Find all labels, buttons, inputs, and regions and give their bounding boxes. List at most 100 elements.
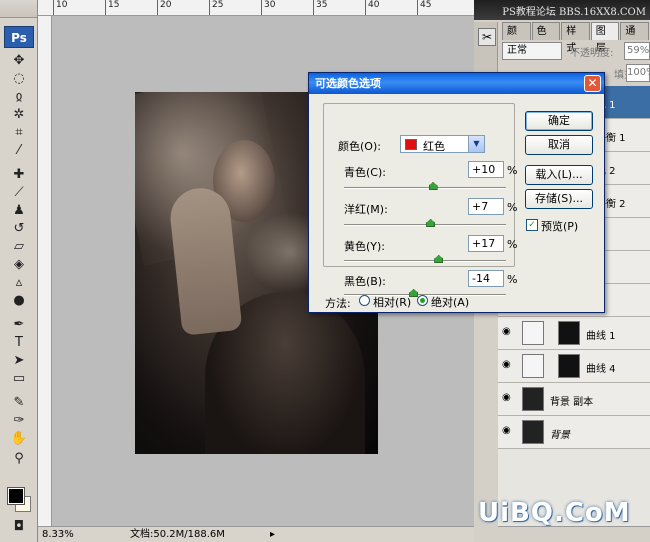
visibility-eye-icon[interactable]: ◉ <box>502 360 516 370</box>
stamp-tool-icon[interactable]: ♟ <box>8 202 30 220</box>
history-brush-tool-icon[interactable]: ↺ <box>8 220 30 238</box>
document-size: 文档:50.2M/188.6M <box>130 529 225 540</box>
eyedropper-tool-icon[interactable]: ⁄ <box>8 142 30 160</box>
move-tool-icon[interactable]: ✥ <box>8 52 30 70</box>
tab-channels[interactable]: 通道 <box>620 22 649 54</box>
preview-label[interactable]: 预览(P) <box>541 218 578 234</box>
blur-tool-icon[interactable]: ▵ <box>8 274 30 292</box>
color-select-value: 红色 <box>423 140 445 153</box>
magenta-slider-track[interactable] <box>344 224 506 226</box>
path-select-tool-icon[interactable]: ➤ <box>8 352 30 370</box>
magenta-label: 洋红(M): <box>344 203 388 216</box>
blend-mode-select[interactable]: 正常 <box>502 42 562 60</box>
selective-color-dialog: 可选颜色选项 ✕ 颜色(O): 红色 ▼ 青色(C): +10 % 洋红(M):… <box>308 72 605 313</box>
quick-mask-icon[interactable]: ◘ <box>8 518 30 536</box>
yellow-label: 黄色(Y): <box>344 240 386 253</box>
layer-name: 背景 副本 <box>550 397 594 408</box>
layer-name: 曲线 1 <box>586 331 616 342</box>
layer-row[interactable]: ◉ 曲线 1 <box>498 317 650 350</box>
layers-bottom-bar <box>498 526 650 542</box>
ruler-tick: 10 <box>52 0 68 15</box>
zoom-level[interactable]: 8.33% <box>42 527 74 542</box>
crop-tool-icon[interactable]: ⌗ <box>8 124 30 142</box>
shape-tool-icon[interactable]: ▭ <box>8 370 30 388</box>
type-tool-icon[interactable]: T <box>8 334 30 352</box>
site-text: PS教程论坛 BBS.16XX8.COM <box>502 7 646 18</box>
ruler-tick: 15 <box>104 0 120 15</box>
brush-tool-icon[interactable]: ⟋ <box>8 184 30 202</box>
tool-presets-icon[interactable]: ✂ <box>478 28 496 46</box>
ok-button[interactable]: 确定 <box>525 111 593 131</box>
tab-swatches[interactable]: 色板 <box>531 22 561 54</box>
layer-row[interactable]: ◉ 背景 <box>498 416 650 449</box>
healing-brush-tool-icon[interactable]: ✚ <box>8 166 30 184</box>
visibility-eye-icon[interactable]: ◉ <box>502 426 516 436</box>
opacity-label: 不透明度: <box>570 48 614 59</box>
magenta-input[interactable]: +7 <box>468 198 504 215</box>
absolute-radio[interactable] <box>417 295 428 306</box>
percent-sign: % <box>507 164 518 177</box>
magenta-slider-thumb[interactable] <box>426 219 436 227</box>
save-button[interactable]: 存储(S)... <box>525 189 593 209</box>
load-button[interactable]: 载入(L)... <box>525 165 593 185</box>
panel-tabs: 颜色 色板 样式 图层 通道 <box>502 22 650 54</box>
dodge-tool-icon[interactable]: ● <box>8 292 30 310</box>
yellow-input[interactable]: +17 <box>468 235 504 252</box>
layer-name: 背景 <box>550 430 570 441</box>
relative-radio-label[interactable]: 相对(R) <box>373 294 411 310</box>
pen-tool-icon[interactable]: ✒ <box>8 316 30 334</box>
cancel-button[interactable]: 取消 <box>525 135 593 155</box>
opacity-input[interactable]: 59% <box>624 42 650 60</box>
foreground-color-swatch[interactable] <box>7 487 25 505</box>
status-bar: 8.33% 文档:50.2M/188.6M ▸ <box>38 526 474 542</box>
panel-title-bar[interactable]: PS教程论坛 BBS.16XX8.COM <box>474 0 650 20</box>
status-menu-arrow-icon[interactable]: ▸ <box>270 527 275 542</box>
adjustment-group: 颜色(O): 红色 ▼ 青色(C): +10 % 洋红(M): +7 % 黄色(… <box>323 103 518 297</box>
layer-row[interactable]: ◉ 曲线 4 <box>498 350 650 383</box>
magic-wand-tool-icon[interactable]: ✲ <box>8 106 30 124</box>
ps-logo: Ps <box>4 26 34 48</box>
notes-tool-icon[interactable]: ✎ <box>8 394 30 412</box>
zoom-tool-icon[interactable]: ⚲ <box>8 450 30 468</box>
yellow-slider-track[interactable] <box>344 260 506 262</box>
cyan-label: 青色(C): <box>344 166 386 179</box>
color-label: 颜色(O): <box>338 140 381 153</box>
color-select[interactable]: 红色 ▼ <box>400 135 485 153</box>
lasso-tool-icon[interactable]: ჲ <box>8 88 30 106</box>
layer-name: 曲线 4 <box>586 364 616 375</box>
layer-mask-thumbnail <box>558 321 580 345</box>
chevron-down-icon[interactable]: ▼ <box>468 136 484 152</box>
percent-sign: % <box>507 201 518 214</box>
absolute-radio-label[interactable]: 绝对(A) <box>431 294 469 310</box>
toolbox-grip[interactable] <box>0 0 37 18</box>
layer-row[interactable]: ◉ 背景 副本 <box>498 383 650 416</box>
cyan-slider-thumb[interactable] <box>428 182 438 190</box>
preview-checkbox[interactable]: ✓ <box>526 219 538 231</box>
fill-input[interactable]: 100% <box>626 64 650 82</box>
marquee-tool-icon[interactable]: ◌ <box>8 70 30 88</box>
visibility-eye-icon[interactable]: ◉ <box>502 327 516 337</box>
ruler-tick: 45 <box>416 0 432 15</box>
black-input[interactable]: -14 <box>468 270 504 287</box>
hand-tool-icon[interactable]: ✋ <box>8 430 30 448</box>
black-label: 黑色(B): <box>344 275 386 288</box>
eyedropper-active-tool-icon[interactable]: ✑ <box>8 412 30 430</box>
tab-layers[interactable]: 图层 <box>590 22 620 54</box>
cyan-input[interactable]: +10 <box>468 161 504 178</box>
tab-color[interactable]: 颜色 <box>502 22 531 54</box>
tab-styles[interactable]: 样式 <box>561 22 590 54</box>
ruler-tick: 30 <box>260 0 276 15</box>
paint-bucket-tool-icon[interactable]: ◈ <box>8 256 30 274</box>
ruler-tick: 35 <box>312 0 328 15</box>
close-icon[interactable]: ✕ <box>584 75 601 92</box>
ruler-left <box>38 16 52 526</box>
layer-thumbnail <box>522 420 544 444</box>
relative-radio[interactable] <box>359 295 370 306</box>
dialog-title[interactable]: 可选颜色选项 <box>309 73 604 94</box>
yellow-slider-thumb[interactable] <box>434 255 444 263</box>
visibility-eye-icon[interactable]: ◉ <box>502 393 516 403</box>
layer-thumbnail <box>522 387 544 411</box>
cyan-slider-track[interactable] <box>344 187 506 189</box>
layer-mask-thumbnail <box>558 354 580 378</box>
eraser-tool-icon[interactable]: ▱ <box>8 238 30 256</box>
